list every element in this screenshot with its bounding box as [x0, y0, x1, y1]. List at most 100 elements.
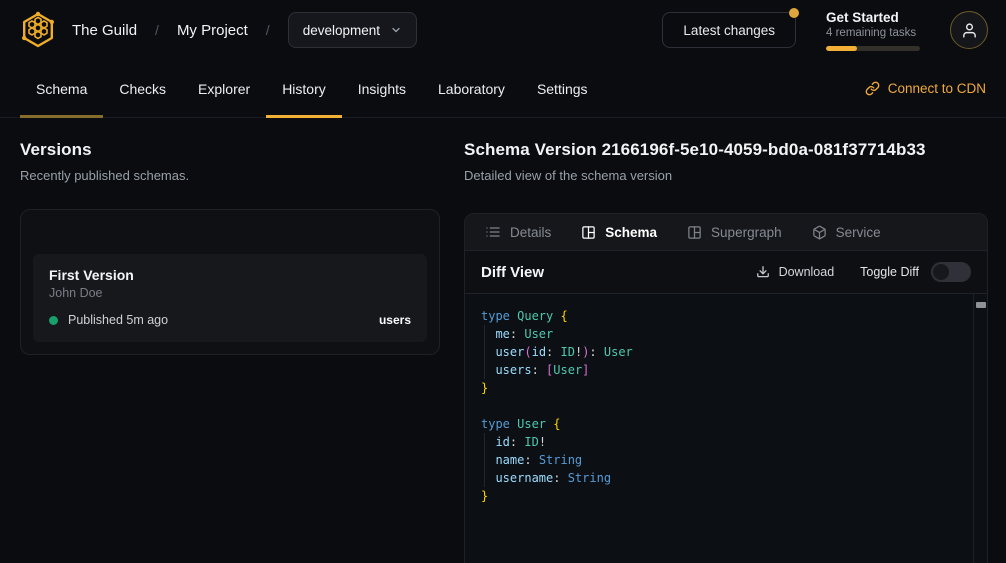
versions-card: First Version John Doe Published 5m ago …	[20, 209, 440, 355]
schema-version-card: Details Schema Supergraph Service Diff View…	[464, 213, 988, 563]
diff-controls: Download Toggle Diff	[756, 262, 971, 282]
tab-explorer[interactable]: Explorer	[182, 60, 266, 117]
download-icon	[756, 265, 770, 279]
avatar[interactable]	[950, 11, 988, 49]
code-line: name: String	[481, 451, 957, 469]
code-token: me	[495, 327, 509, 341]
code-line: type User {	[481, 415, 957, 433]
code-token: !	[539, 435, 546, 449]
code-token: ]	[582, 363, 589, 377]
latest-changes-button[interactable]: Latest changes	[662, 12, 796, 48]
download-button[interactable]: Download	[756, 265, 835, 279]
vertical-scrollbar	[973, 294, 987, 563]
scrollbar-thumb[interactable]	[976, 302, 986, 308]
breadcrumb-project[interactable]: My Project	[177, 22, 248, 39]
download-label: Download	[779, 265, 835, 279]
tab-label: Laboratory	[438, 81, 505, 97]
code-token: {	[553, 417, 560, 431]
version-status-row: Published 5m ago users	[49, 313, 411, 327]
code-token: User	[553, 363, 582, 377]
code-line: }	[481, 487, 957, 505]
primary-nav-tabs: Schema Checks Explorer History Insights Labor…	[20, 60, 604, 117]
code-token: :	[589, 345, 603, 359]
detail-tab-details[interactable]: Details	[485, 224, 551, 240]
detail-tab-label: Service	[836, 225, 881, 240]
code-token: :	[510, 435, 524, 449]
breadcrumb: The Guild / My Project / development	[72, 12, 417, 48]
code-token: :	[524, 453, 538, 467]
tab-label: Schema	[36, 81, 87, 97]
code-token: type	[481, 309, 517, 323]
tab-checks[interactable]: Checks	[103, 60, 182, 117]
schema-code-viewer[interactable]: type Query { me: User user(id: ID!): Use…	[465, 294, 987, 563]
code-token: Query	[517, 309, 560, 323]
breadcrumb-org[interactable]: The Guild	[72, 22, 137, 39]
detail-tab-schema[interactable]: Schema	[581, 225, 657, 240]
code-line: username: String	[481, 469, 957, 487]
toggle-knob	[933, 264, 949, 280]
code-token: ID	[561, 345, 575, 359]
tab-history[interactable]: History	[266, 60, 342, 117]
version-author: John Doe	[49, 286, 411, 300]
tab-settings[interactable]: Settings	[521, 60, 604, 117]
detail-tab-service[interactable]: Service	[812, 225, 881, 240]
notification-dot	[789, 8, 799, 18]
schema-version-title: Schema Version 2166196f-5e10-4059-bd0a-0…	[464, 140, 988, 160]
get-started-widget[interactable]: Get Started 4 remaining tasks	[826, 10, 920, 51]
tab-label: Explorer	[198, 81, 250, 97]
code-token: String	[568, 471, 611, 485]
environment-dropdown-value: development	[303, 23, 380, 38]
hive-logo[interactable]	[18, 10, 58, 50]
schema-version-subtitle: Detailed view of the schema version	[464, 168, 988, 183]
code-token: :	[553, 471, 567, 485]
code-token: (	[524, 345, 531, 359]
detail-tab-label: Schema	[605, 225, 657, 240]
versions-panel: Versions Recently published schemas. Fir…	[20, 118, 440, 355]
layout-icon	[581, 225, 596, 240]
detail-tab-strip: Details Schema Supergraph Service	[465, 214, 987, 251]
versions-title: Versions	[20, 140, 440, 160]
code-token: users	[495, 363, 531, 377]
code-line: me: User	[481, 325, 957, 343]
code-token: }	[481, 381, 488, 395]
tab-schema[interactable]: Schema	[20, 60, 103, 117]
code-line: user(id: ID!): User	[481, 343, 957, 361]
code-token: :	[546, 345, 560, 359]
chevron-down-icon	[390, 24, 402, 36]
environment-dropdown[interactable]: development	[288, 12, 417, 48]
service-badge: users	[379, 313, 411, 327]
published-status-dot	[49, 316, 58, 325]
indent-guide	[484, 325, 485, 379]
code-token: user	[495, 345, 524, 359]
code-line	[481, 397, 957, 415]
code-token: :	[532, 363, 546, 377]
code-token: ID	[524, 435, 538, 449]
latest-changes-label: Latest changes	[683, 23, 775, 38]
get-started-subtitle: 4 remaining tasks	[826, 27, 920, 39]
box-icon	[812, 225, 827, 240]
indent-guide	[484, 433, 485, 487]
schema-version-panel: Schema Version 2166196f-5e10-4059-bd0a-0…	[464, 118, 988, 563]
link-icon	[865, 81, 880, 96]
layout-icon	[687, 225, 702, 240]
detail-tab-supergraph[interactable]: Supergraph	[687, 225, 782, 240]
code-line: type Query {	[481, 307, 957, 325]
code-token: User	[604, 345, 633, 359]
toggle-diff-switch[interactable]	[931, 262, 971, 282]
schema-code-lines: type Query { me: User user(id: ID!): Use…	[465, 294, 987, 505]
version-status: Published 5m ago	[68, 313, 168, 327]
main-content: Versions Recently published schemas. Fir…	[0, 118, 1006, 563]
connect-cdn-button[interactable]: Connect to CDN	[865, 60, 986, 117]
breadcrumb-separator: /	[155, 22, 159, 38]
tab-label: Checks	[119, 81, 166, 97]
version-list-item[interactable]: First Version John Doe Published 5m ago …	[33, 254, 427, 342]
list-icon	[485, 224, 501, 240]
tab-insights[interactable]: Insights	[342, 60, 422, 117]
toggle-diff-label: Toggle Diff	[860, 265, 919, 279]
version-name: First Version	[49, 267, 411, 283]
code-token: User	[524, 327, 553, 341]
code-token: name	[495, 453, 524, 467]
tab-label: History	[282, 81, 326, 97]
tab-laboratory[interactable]: Laboratory	[422, 60, 521, 117]
diff-view-header: Diff View Download Toggle Diff	[465, 251, 987, 294]
